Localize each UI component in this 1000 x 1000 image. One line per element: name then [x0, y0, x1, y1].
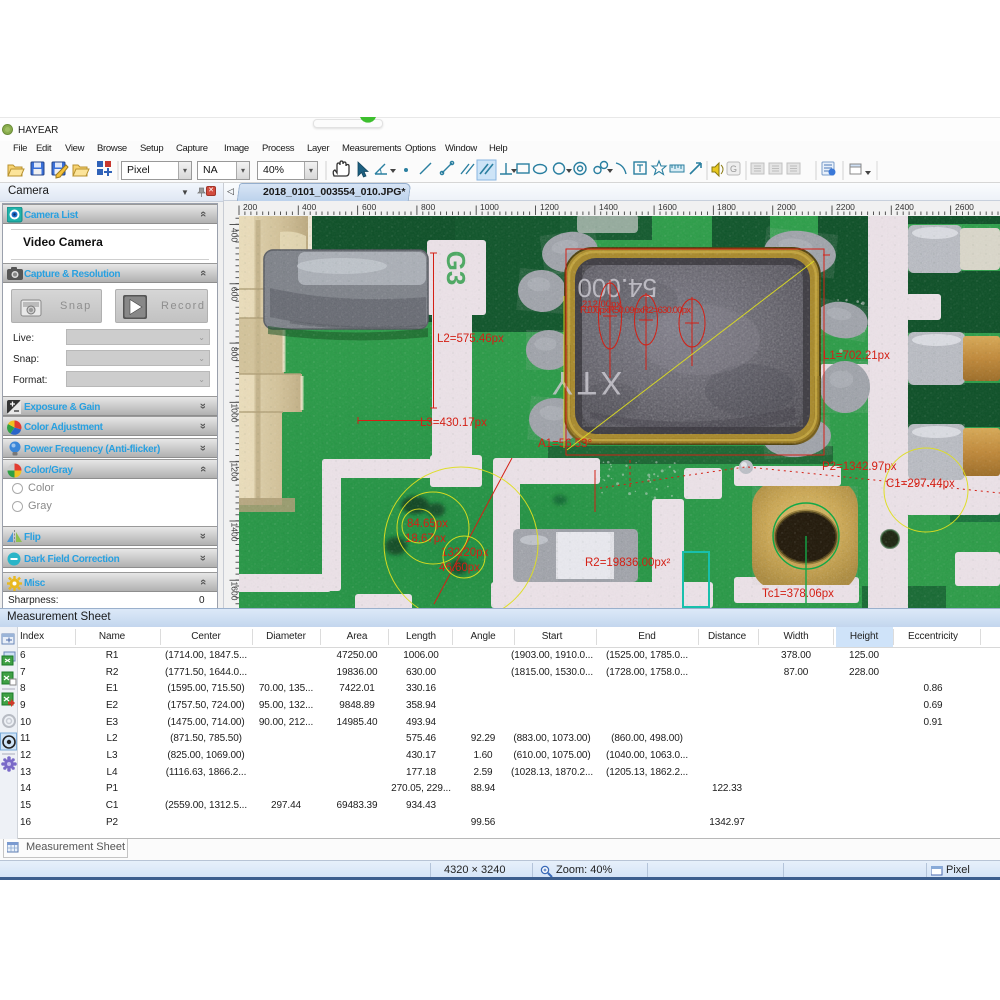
svg-text:600: 600: [230, 287, 240, 301]
svg-text:1800: 1800: [717, 202, 736, 212]
svg-text:C1=297.44px: C1=297.44px: [886, 478, 955, 490]
svg-text:200: 200: [243, 202, 257, 212]
svg-text:1400: 1400: [599, 202, 618, 212]
svg-text:P2=1342.97px: P2=1342.97px: [822, 461, 897, 473]
svg-text:A1=56.53°: A1=56.53°: [538, 438, 592, 450]
svg-text:R100pxR50.09pxR2=630.00px: R100pxR50.09pxR2=630.00px: [580, 305, 691, 316]
svg-text:2600: 2600: [955, 202, 974, 212]
svg-text:2000: 2000: [777, 202, 796, 212]
svg-text:600: 600: [362, 202, 376, 212]
svg-text:1600: 1600: [230, 582, 240, 601]
svg-text:400: 400: [230, 228, 240, 242]
svg-text:132.20px: 132.20px: [441, 547, 489, 559]
svg-text:2400: 2400: [895, 202, 914, 212]
svg-text:400: 400: [302, 202, 316, 212]
svg-text:18.67px: 18.67px: [405, 533, 446, 545]
svg-text:L1=702.21px: L1=702.21px: [823, 350, 890, 362]
svg-text:1600: 1600: [658, 202, 677, 212]
svg-text:800: 800: [230, 347, 240, 361]
svg-text:R2=19836.00px²: R2=19836.00px²: [585, 557, 671, 569]
svg-text:84.65px: 84.65px: [407, 518, 448, 530]
svg-text:Tc1=378.06px: Tc1=378.06px: [762, 588, 834, 600]
svg-text:L2=575.46px: L2=575.46px: [437, 333, 504, 345]
svg-text:1000: 1000: [230, 404, 240, 423]
svg-text:L3=430.17px: L3=430.17px: [420, 417, 487, 429]
svg-text:1400: 1400: [230, 523, 240, 542]
svg-text:46.60px: 46.60px: [439, 562, 480, 574]
svg-text:1200: 1200: [540, 202, 559, 212]
svg-text:800: 800: [421, 202, 435, 212]
svg-text:1000: 1000: [480, 202, 499, 212]
svg-text:1200: 1200: [230, 463, 240, 482]
svg-text:G: G: [730, 164, 737, 174]
svg-text:2200: 2200: [836, 202, 855, 212]
